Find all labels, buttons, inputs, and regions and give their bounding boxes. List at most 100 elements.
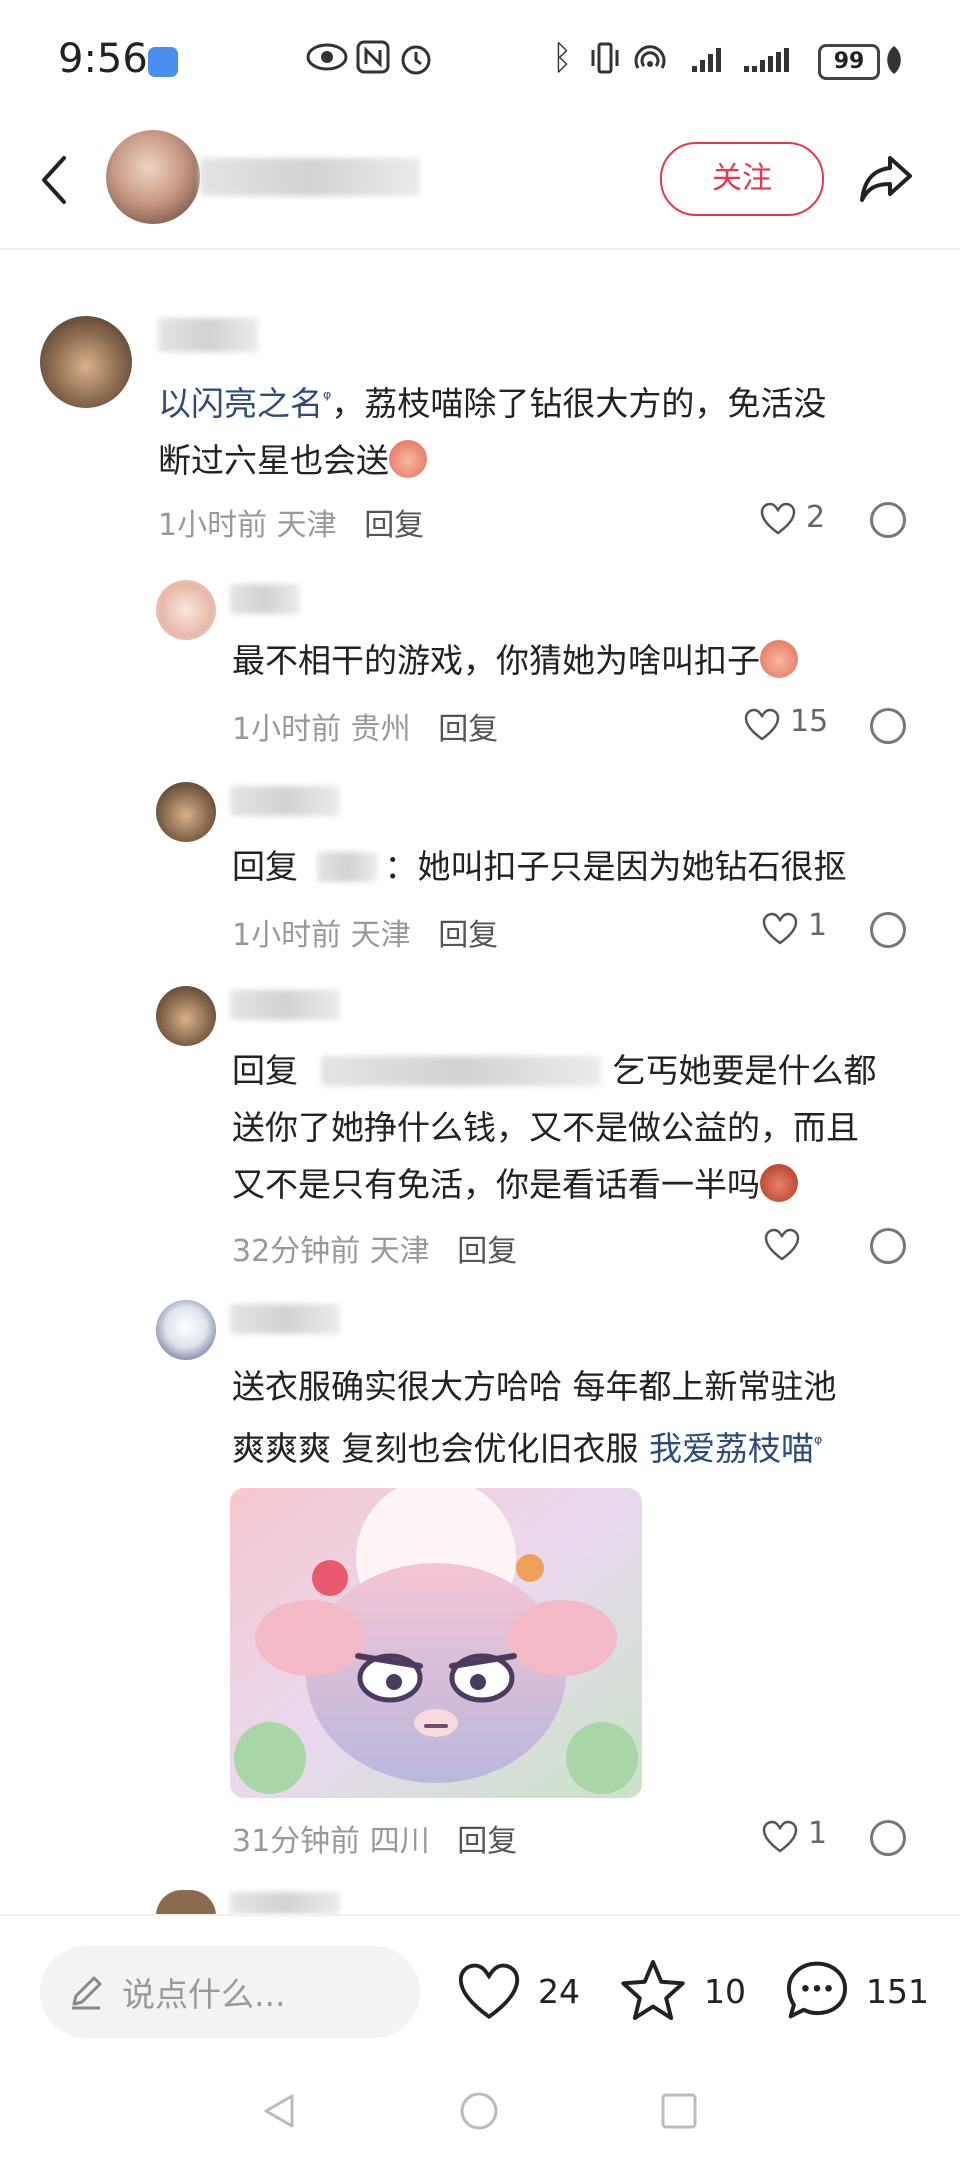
commenter-avatar[interactable] xyxy=(156,1300,216,1360)
wifi-badge-icon xyxy=(148,47,178,77)
vibrate-icon xyxy=(591,42,619,74)
nav-recents-icon[interactable] xyxy=(658,2090,700,2132)
commenter-name-blurred[interactable] xyxy=(230,786,340,816)
heart-icon[interactable] xyxy=(760,502,796,536)
comment-text-line: 又不是只有免活，你是看话看一半吗 xyxy=(232,1165,760,1204)
nav-back-icon[interactable] xyxy=(258,2090,300,2132)
comment-meta: 1小时前 天津 回复 xyxy=(158,500,424,544)
commenter-avatar[interactable] xyxy=(156,580,216,640)
comment-text-line: 乞丐她要是什么都 xyxy=(612,1051,877,1090)
comment-text-line: 爽爽爽 复刻也会优化旧衣服 xyxy=(232,1429,639,1468)
star-total: 10 xyxy=(704,1972,746,2011)
comment-location: 天津 xyxy=(350,918,411,953)
comment-text-line: 断过六星也会送 xyxy=(158,441,389,480)
battery-indicator: 99 xyxy=(818,44,880,80)
comment-location: 天津 xyxy=(276,508,337,543)
heart-icon[interactable] xyxy=(762,912,798,946)
topic-link[interactable]: 我爱荔枝喵 xyxy=(649,1429,814,1468)
mentioned-user-blurred[interactable] xyxy=(320,1056,601,1086)
sticker-emoji-icon xyxy=(760,640,798,678)
search-tag-icon: ᵠ xyxy=(814,1431,823,1455)
comment-text: 以闪亮之名ᵠ，荔枝喵除了钻很大方的，免活没 断过六星也会送 xyxy=(158,370,918,489)
signal-1-icon xyxy=(692,48,721,72)
star-icon[interactable] xyxy=(620,1958,686,2022)
emoji-reply-icon[interactable] xyxy=(870,1820,906,1856)
commenter-name-blurred[interactable] xyxy=(230,1892,340,1914)
commenter-avatar[interactable] xyxy=(156,782,216,842)
status-bar: 9:56 ᛒ 99 xyxy=(0,0,960,120)
pencil-icon xyxy=(72,1976,102,2010)
heart-icon[interactable] xyxy=(744,708,780,742)
reply-button[interactable]: 回复 xyxy=(364,508,424,543)
reply-button[interactable]: 回复 xyxy=(457,1824,517,1859)
commenter-avatar[interactable] xyxy=(40,316,132,408)
commenter-name-blurred[interactable] xyxy=(230,990,340,1020)
heart-icon[interactable] xyxy=(762,1820,798,1854)
comment-time: 32分钟前 xyxy=(232,1234,361,1269)
leaf-icon xyxy=(887,46,901,74)
mentioned-user-blurred[interactable] xyxy=(316,852,377,882)
reply-prefix: 回复 xyxy=(232,1051,298,1090)
commenter-avatar[interactable] xyxy=(156,1890,216,1916)
sticker-emoji-icon xyxy=(389,440,427,478)
commenter-name-blurred[interactable] xyxy=(230,1304,340,1334)
nfc-icon xyxy=(356,40,390,74)
reply-button[interactable]: 回复 xyxy=(457,1234,517,1269)
share-icon[interactable] xyxy=(856,148,916,208)
commenter-name-blurred[interactable] xyxy=(158,318,258,352)
like-total: 24 xyxy=(538,1972,580,2011)
heart-icon[interactable] xyxy=(764,1228,800,1262)
reply-prefix: 回复 xyxy=(232,847,298,886)
commenter-name-blurred[interactable] xyxy=(230,584,300,614)
follow-button[interactable]: 关注 xyxy=(660,142,824,216)
comment-text-line: ，荔枝喵除了钻很大方的，免活没 xyxy=(331,384,827,423)
sticker-image[interactable] xyxy=(230,1488,642,1798)
comment-time: 1小时前 xyxy=(232,712,342,747)
comment-time: 31分钟前 xyxy=(232,1824,361,1859)
comment-text-line: ：她叫扣子只是因为她钻石很抠 xyxy=(384,847,847,886)
comment-total: 151 xyxy=(866,1972,929,2011)
comment-text-line: 送你了她挣什么钱，又不是做公益的，而且 xyxy=(232,1108,859,1147)
reply-button[interactable]: 回复 xyxy=(438,918,498,953)
back-button[interactable] xyxy=(34,150,74,210)
status-time: 9:56 xyxy=(58,36,148,82)
author-name-blurred[interactable] xyxy=(200,158,420,196)
emoji-reply-icon[interactable] xyxy=(870,1228,906,1264)
comment-text: 最不相干的游戏，你猜她为啥叫扣子 xyxy=(232,632,932,689)
like-count: 15 xyxy=(790,704,829,739)
header-divider xyxy=(0,248,960,250)
nav-home-icon[interactable] xyxy=(458,2090,500,2132)
signal-2-icon xyxy=(744,48,789,72)
emoji-reply-icon[interactable] xyxy=(870,912,906,948)
author-avatar[interactable] xyxy=(106,130,200,224)
comment-text: 送衣服确实很大方哈哈 每年都上新常驻池 爽爽爽 复刻也会优化旧衣服 我爱荔枝喵ᵠ xyxy=(232,1358,932,1477)
eye-icon xyxy=(306,43,348,71)
comment-text-line: 最不相干的游戏，你猜她为啥叫扣子 xyxy=(232,641,760,680)
emoji-reply-icon[interactable] xyxy=(870,502,906,538)
alarm-icon xyxy=(401,45,431,75)
comment-text: 回复 ：她叫扣子只是因为她钻石很抠 xyxy=(232,838,932,895)
sticker-emoji-icon xyxy=(760,1164,798,1202)
comment-time: 1小时前 xyxy=(158,508,268,543)
like-count: 1 xyxy=(808,908,828,943)
comment-time: 1小时前 xyxy=(232,918,342,953)
like-heart-icon[interactable] xyxy=(456,1962,522,2022)
comment-meta: 32分钟前 天津 回复 xyxy=(232,1226,517,1270)
emoji-reply-icon[interactable] xyxy=(870,708,906,744)
topic-link[interactable]: 以闪亮之名 xyxy=(158,384,323,423)
like-count: 2 xyxy=(806,500,826,535)
bluetooth-icon: ᛒ xyxy=(552,38,573,78)
comment-location: 天津 xyxy=(369,1234,430,1269)
commenter-avatar[interactable] xyxy=(156,986,216,1046)
comment-input-placeholder[interactable]: 说点什么... xyxy=(122,1968,285,2016)
comment-location: 贵州 xyxy=(350,712,411,747)
hotspot-icon xyxy=(634,45,666,69)
comment-meta: 1小时前 贵州 回复 xyxy=(232,704,498,748)
comment-text-line: 送衣服确实很大方哈哈 每年都上新常驻池 xyxy=(232,1367,837,1406)
comment-icon[interactable] xyxy=(784,1958,850,2022)
bottom-divider xyxy=(0,1914,960,1916)
comment-text: 回复 乞丐她要是什么都 送你了她挣什么钱，又不是做公益的，而且 又不是只有免活，… xyxy=(232,1042,932,1213)
reply-button[interactable]: 回复 xyxy=(438,712,498,747)
comment-meta: 1小时前 天津 回复 xyxy=(232,910,498,954)
like-count: 1 xyxy=(808,1816,828,1851)
